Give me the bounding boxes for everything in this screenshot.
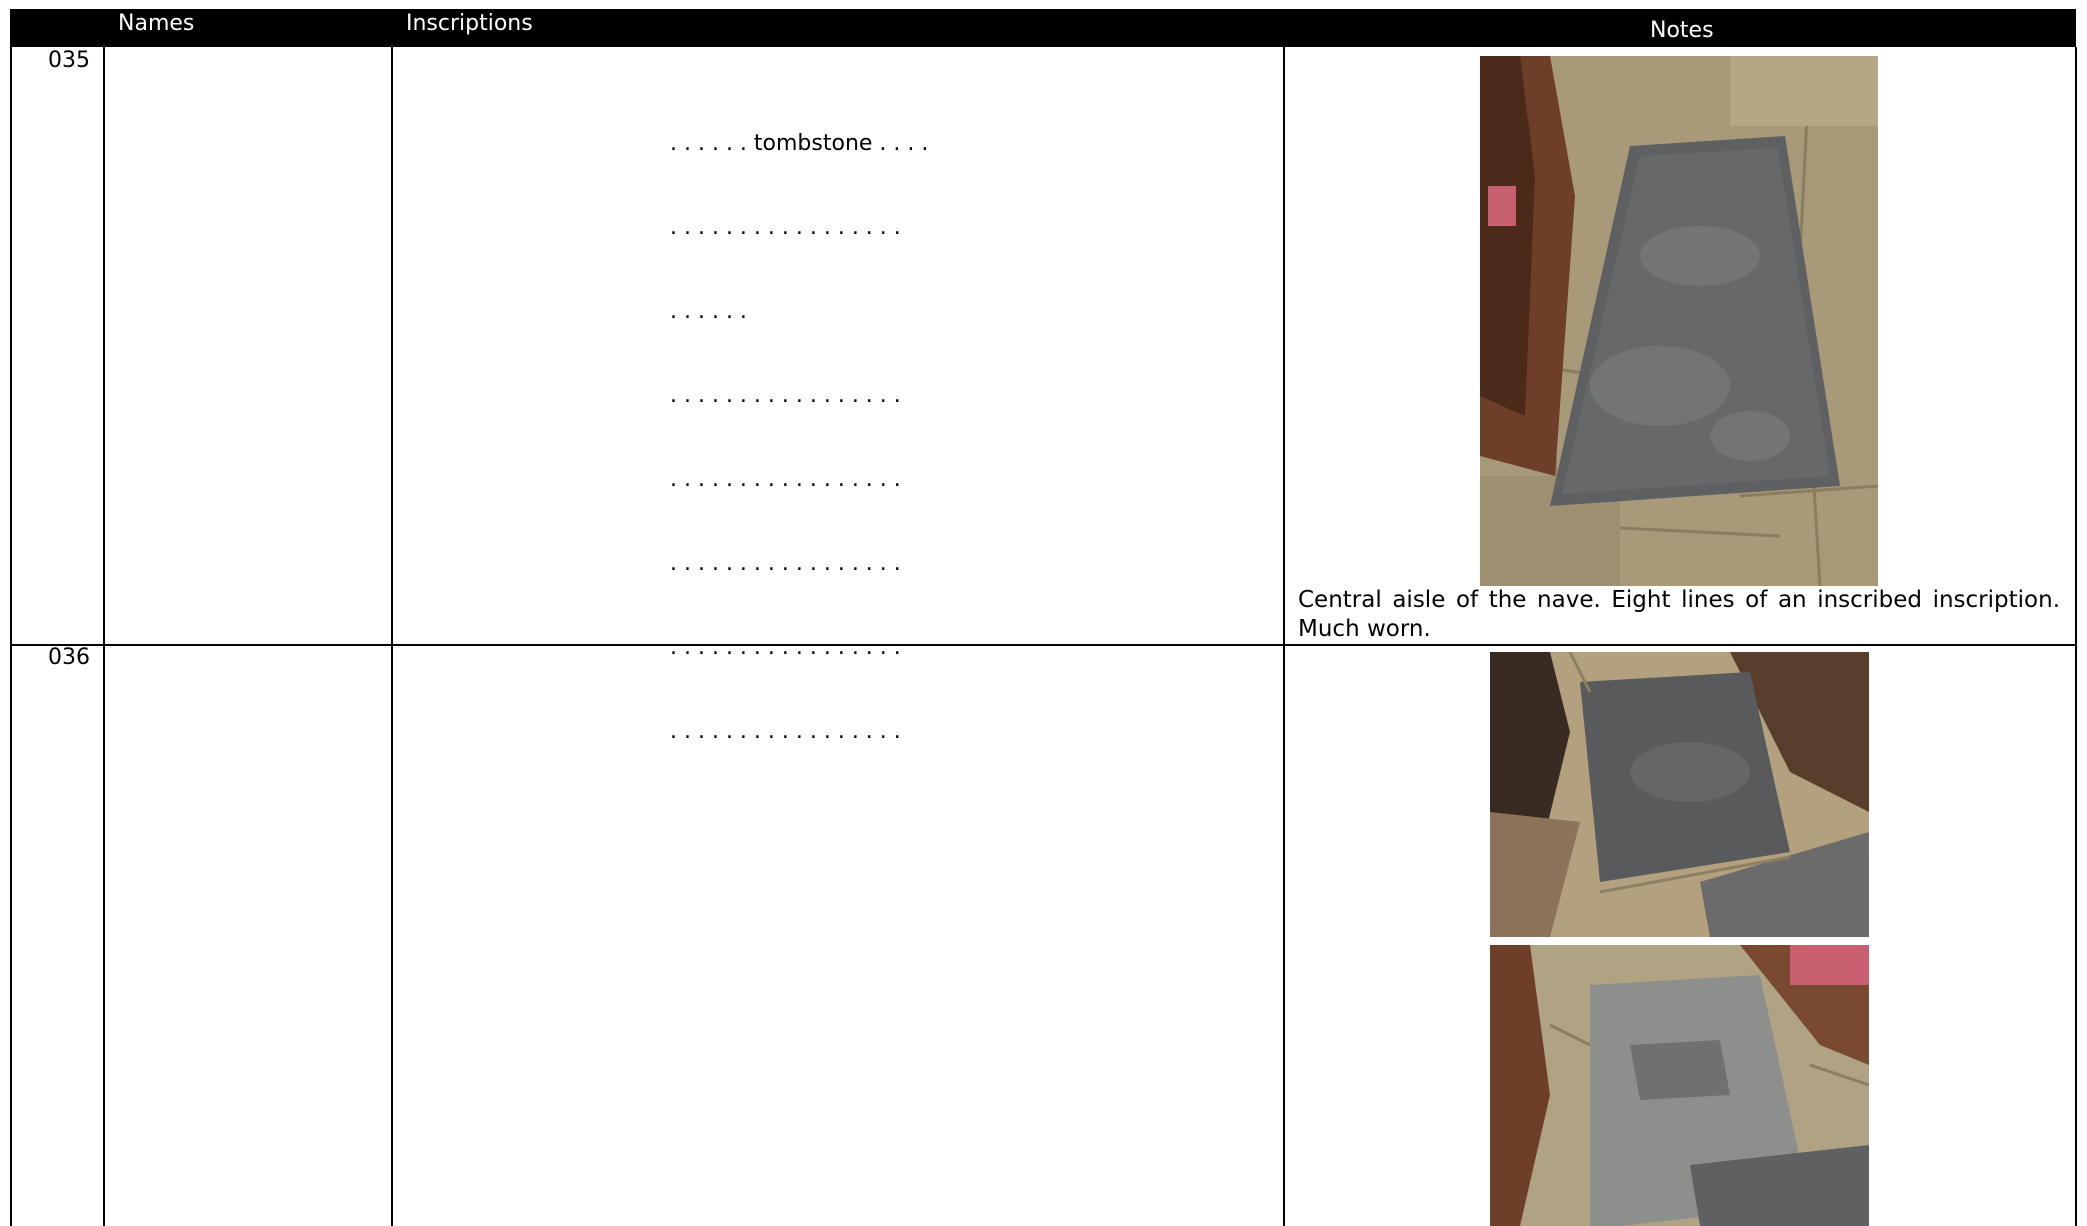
table-border-right xyxy=(2075,47,2077,1226)
row-divider xyxy=(10,644,2077,646)
column-divider-notes xyxy=(1283,47,1285,1226)
table-header: Names Inscriptions Notes xyxy=(10,9,2076,47)
inscription-line: . . . . . . . . . . . . . . . . . xyxy=(670,719,901,744)
table-border-left xyxy=(10,47,12,1226)
column-header-names: Names xyxy=(118,11,195,36)
inscription-line: . . . . . . . . . . . . . . . . . xyxy=(670,551,901,576)
column-divider-inscriptions xyxy=(391,47,393,1226)
inscription-text: . . . . . . tombstone . . . . . . . . . … xyxy=(670,74,928,774)
inscription-line: . . . . . . . . . . . . . . . . . xyxy=(670,635,901,660)
inscription-line: . . . . . . . . . . . . . . . . . xyxy=(670,467,901,492)
slab-photo-lower xyxy=(1490,945,1869,1226)
slab-photo-upper xyxy=(1490,652,1869,937)
note-text: Central aisle of the nave. Eight lines o… xyxy=(1298,587,2060,642)
column-header-notes: Notes xyxy=(1650,18,1714,43)
tombstone-photo xyxy=(1480,56,1878,586)
column-divider-names xyxy=(103,47,105,1226)
inscription-line: . . . . . . . . . . . . . . . . . xyxy=(670,383,901,408)
row-number: 036 xyxy=(48,645,90,670)
row-number: 035 xyxy=(48,48,90,73)
inscription-line: . . . . . . tombstone . . . . xyxy=(670,131,929,156)
inscription-line: . . . . . . . . . . . . . . . . . xyxy=(670,215,901,240)
column-header-inscriptions: Inscriptions xyxy=(406,11,533,36)
inscription-line: . . . . . . xyxy=(670,299,747,324)
